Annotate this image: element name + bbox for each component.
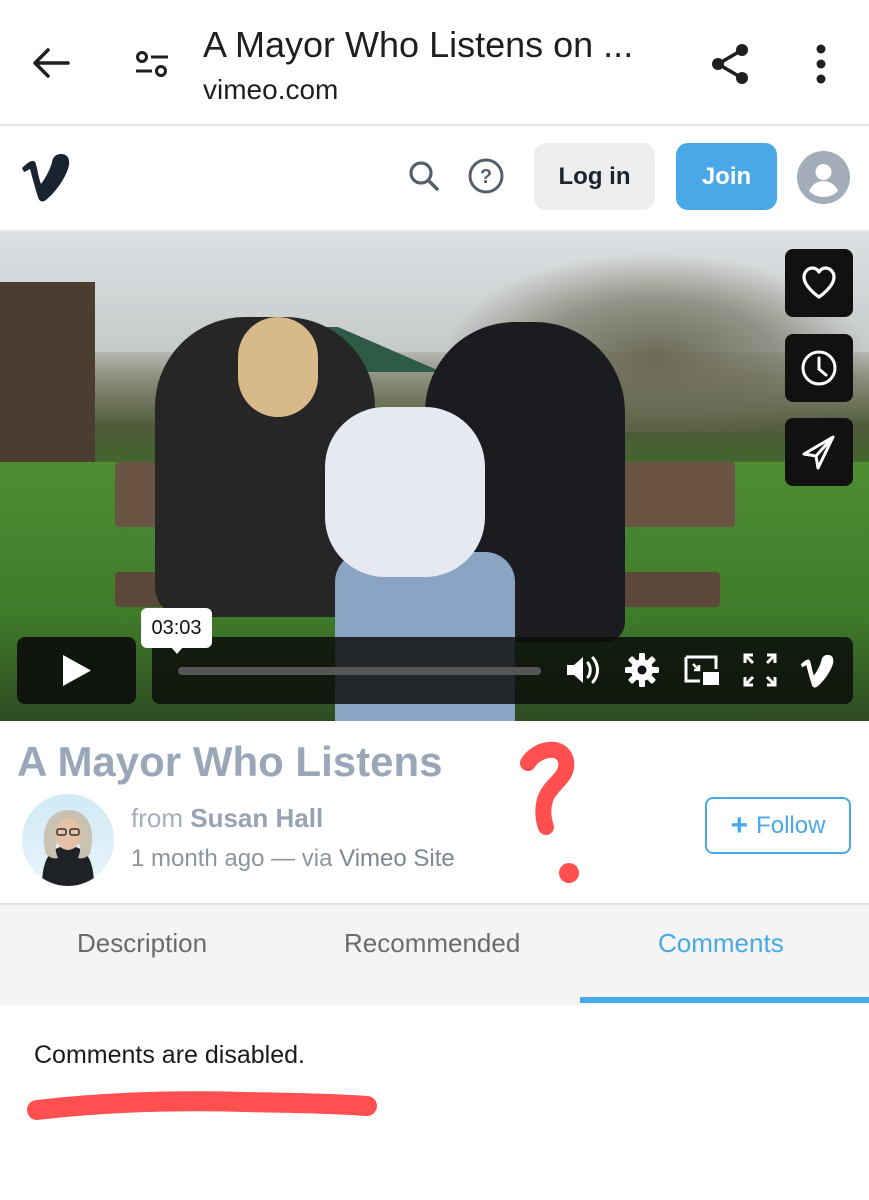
share-icon[interactable]: [706, 40, 754, 88]
user-avatar-icon[interactable]: [797, 151, 850, 204]
annotation-question-mark: [520, 742, 579, 883]
pip-button[interactable]: [682, 650, 722, 690]
play-icon: [63, 655, 91, 686]
plus-icon: +: [730, 808, 749, 842]
volume-icon: [567, 656, 599, 684]
follow-label: Follow: [756, 811, 826, 839]
browser-page-title[interactable]: A Mayor Who Listens on ...: [203, 24, 633, 66]
join-button[interactable]: Join: [676, 143, 777, 210]
gear-icon: [625, 653, 659, 687]
fullscreen-icon: [743, 653, 777, 687]
volume-button[interactable]: [563, 650, 603, 690]
more-vert-icon[interactable]: [804, 40, 838, 88]
site-settings-icon[interactable]: [130, 42, 174, 86]
active-tab-indicator: [580, 997, 869, 1003]
annotation-underline: [27, 1091, 377, 1120]
paper-plane-icon: [802, 435, 835, 470]
login-button[interactable]: Log in: [534, 143, 655, 210]
portrait-image: [42, 810, 94, 886]
like-button[interactable]: [785, 249, 853, 317]
video-meta: 1 month ago — via Vimeo Site: [131, 845, 455, 873]
vimeo-icon: [800, 654, 834, 688]
picture-in-picture-icon: [684, 655, 719, 685]
share-video-button[interactable]: [785, 418, 853, 486]
fullscreen-button[interactable]: [740, 650, 780, 690]
vimeo-logo[interactable]: [18, 150, 76, 202]
tab-comments[interactable]: Comments: [658, 928, 784, 959]
owner-name-link[interactable]: Susan Hall: [190, 803, 323, 833]
settings-button[interactable]: [622, 650, 662, 690]
tab-recommended[interactable]: Recommended: [344, 928, 520, 959]
person-left-head: [238, 317, 318, 417]
help-icon[interactable]: ?: [466, 156, 506, 196]
comments-disabled-message: Comments are disabled.: [34, 1041, 305, 1069]
progress-bar[interactable]: [178, 667, 541, 675]
via-prefix: — via: [271, 845, 333, 872]
via-source: Vimeo Site: [339, 845, 455, 872]
play-button[interactable]: [17, 637, 136, 704]
vimeo-player-logo[interactable]: [798, 650, 838, 690]
svg-text:?: ?: [480, 166, 492, 188]
owner-line: from Susan Hall: [131, 803, 323, 834]
tab-description[interactable]: Description: [77, 928, 207, 959]
upload-age: 1 month ago: [131, 845, 265, 872]
follow-button[interactable]: + Follow: [705, 797, 851, 854]
owner-avatar[interactable]: [22, 794, 114, 886]
clock-icon: [801, 350, 837, 386]
watch-later-button[interactable]: [785, 334, 853, 402]
building: [0, 282, 95, 482]
back-arrow-icon[interactable]: [28, 40, 74, 86]
browser-domain[interactable]: vimeo.com: [203, 74, 338, 106]
heart-icon: [802, 266, 836, 299]
video-title: A Mayor Who Listens: [17, 738, 443, 785]
baby: [325, 407, 485, 577]
search-icon[interactable]: [406, 158, 442, 194]
time-tooltip: 03:03: [141, 608, 212, 654]
from-label: from: [131, 803, 183, 833]
